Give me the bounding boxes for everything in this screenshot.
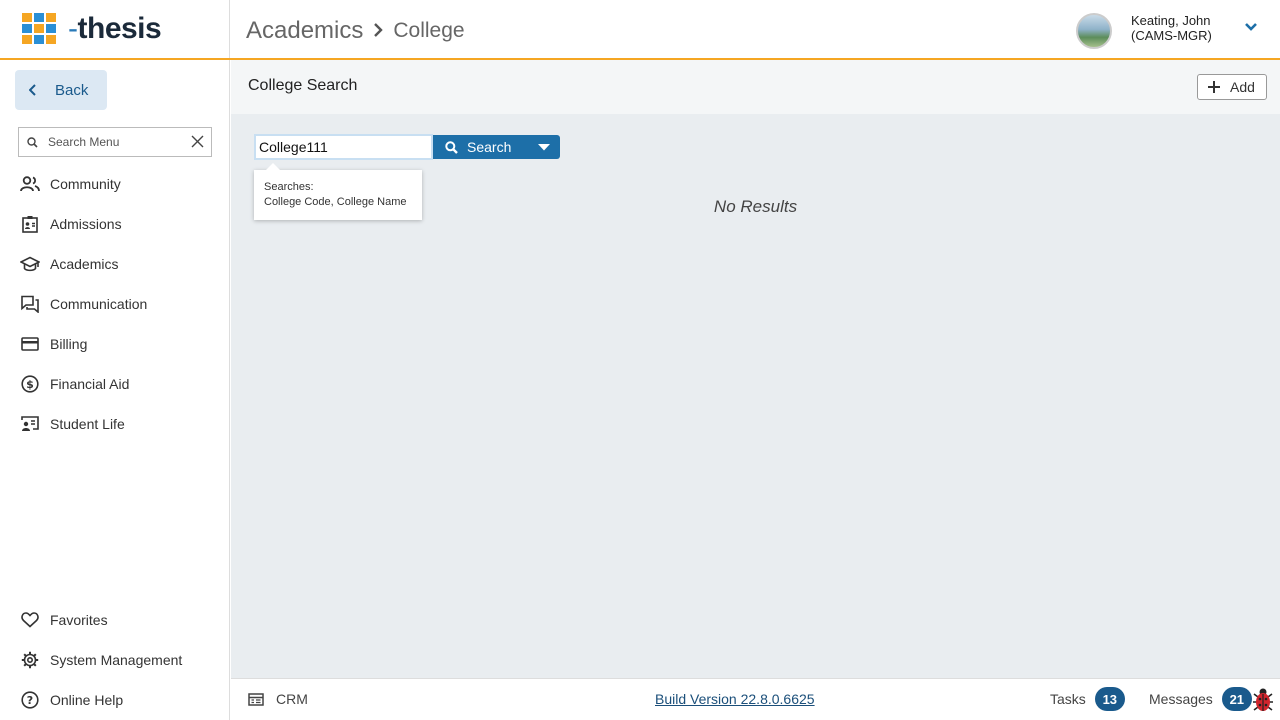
- id-card-icon: [20, 214, 40, 234]
- chevron-left-icon: [29, 84, 36, 96]
- help-icon: ?: [20, 690, 40, 710]
- search-button[interactable]: Search: [433, 135, 560, 159]
- search-options-dropdown[interactable]: [527, 135, 560, 159]
- footer: CRM Build Version 22.8.0.6625 Tasks 13 M…: [231, 678, 1280, 720]
- page-header: College Search Add: [231, 60, 1280, 114]
- sidebar: Back Community Admissions Academics Comm…: [0, 60, 230, 720]
- search-menu-field: [18, 127, 212, 157]
- back-button[interactable]: Back: [15, 70, 107, 110]
- top-header: -thesis Academics College Keating, John …: [0, 0, 1280, 60]
- tasks-link[interactable]: Tasks 13: [1050, 687, 1125, 711]
- college-search-input[interactable]: [254, 134, 433, 160]
- logo-area[interactable]: -thesis: [0, 0, 230, 58]
- tasks-count-badge: 13: [1094, 687, 1125, 711]
- sidebar-item-community[interactable]: Community: [20, 171, 121, 197]
- chevron-right-icon: [373, 21, 384, 42]
- user-name[interactable]: Keating, John (CAMS-MGR): [1131, 13, 1212, 43]
- search-menu-input[interactable]: [48, 135, 178, 149]
- svg-text:$: $: [26, 378, 34, 391]
- graduation-cap-icon: [20, 254, 40, 274]
- thesis-logo-icon: [22, 13, 56, 45]
- sidebar-item-online-help[interactable]: ? Online Help: [20, 687, 123, 713]
- sidebar-item-communication[interactable]: Communication: [20, 291, 147, 317]
- breadcrumb-current: College: [393, 19, 465, 42]
- search-icon: [27, 136, 38, 148]
- build-version-link[interactable]: Build Version 22.8.0.6625: [655, 691, 815, 707]
- sidebar-item-admissions[interactable]: Admissions: [20, 211, 122, 237]
- user-menu[interactable]: Keating, John (CAMS-MGR): [1060, 0, 1280, 58]
- crm-icon: [248, 692, 264, 706]
- student-life-icon: [20, 414, 40, 434]
- plus-icon: [1208, 81, 1220, 93]
- people-icon: [20, 174, 40, 194]
- svg-text:?: ?: [27, 694, 33, 707]
- breadcrumb: Academics College: [246, 16, 465, 46]
- messages-count-badge: 21: [1221, 687, 1252, 711]
- app-logo-text: -thesis: [68, 12, 162, 45]
- caret-down-icon: [537, 143, 550, 150]
- avatar[interactable]: [1076, 13, 1112, 49]
- sidebar-item-system-management[interactable]: System Management: [20, 647, 182, 673]
- credit-card-icon: [20, 334, 40, 354]
- dollar-icon: $: [20, 374, 40, 394]
- bug-report-icon[interactable]: [1250, 686, 1276, 714]
- close-icon[interactable]: [191, 135, 204, 148]
- sidebar-item-academics[interactable]: Academics: [20, 251, 118, 277]
- sidebar-item-billing[interactable]: Billing: [20, 331, 87, 357]
- breadcrumb-root[interactable]: Academics: [246, 17, 363, 45]
- heart-icon: [20, 610, 40, 630]
- chat-icon: [20, 294, 40, 314]
- sidebar-item-student-life[interactable]: Student Life: [20, 411, 125, 437]
- gear-icon: [20, 650, 40, 670]
- search-icon: [445, 140, 458, 154]
- no-results-message: No Results: [713, 197, 798, 216]
- chevron-down-icon[interactable]: [1244, 20, 1258, 34]
- add-button[interactable]: Add: [1197, 74, 1267, 100]
- main-content: College Search Add Search Searches: Coll…: [231, 60, 1280, 678]
- page-title: College Search: [248, 77, 358, 94]
- sidebar-item-financial-aid[interactable]: $ Financial Aid: [20, 371, 129, 397]
- sidebar-item-favorites[interactable]: Favorites: [20, 607, 108, 633]
- messages-link[interactable]: Messages 21: [1149, 687, 1252, 711]
- crm-link[interactable]: CRM: [248, 691, 308, 707]
